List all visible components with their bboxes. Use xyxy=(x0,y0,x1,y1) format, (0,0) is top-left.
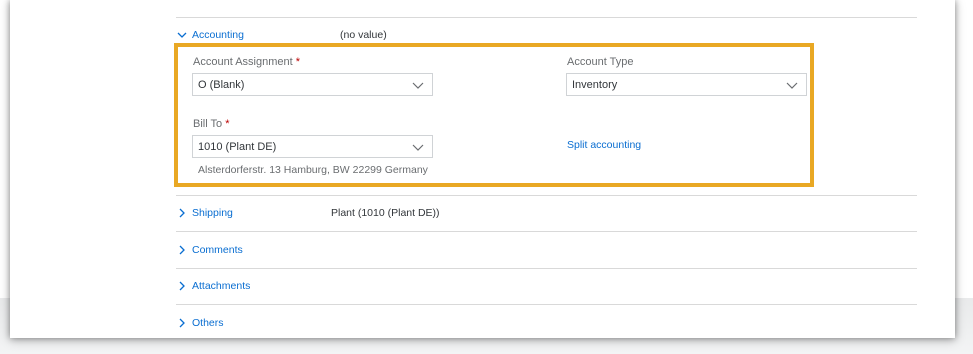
account-type-label: Account Type xyxy=(567,56,634,68)
account-assignment-select[interactable]: O (Blank) xyxy=(192,73,433,96)
bill-to-address: Alsterdorferstr. 13 Hamburg, BW 22299 Ge… xyxy=(198,164,428,176)
accounting-section-value: (no value) xyxy=(340,29,387,41)
shipping-section-toggle[interactable]: Shipping xyxy=(176,204,233,222)
chevron-down-icon xyxy=(177,32,187,38)
attachments-section-label: Attachments xyxy=(192,280,251,292)
attachments-section-toggle[interactable]: Attachments xyxy=(176,277,250,295)
required-mark: * xyxy=(295,56,301,68)
divider xyxy=(176,304,917,305)
shipping-section-label: Shipping xyxy=(192,207,233,219)
shipping-section-value: Plant (1010 (Plant DE)) xyxy=(331,207,440,219)
divider xyxy=(176,17,917,18)
chevron-right-icon xyxy=(179,281,185,291)
chevron-down-icon xyxy=(786,82,798,89)
chevron-down-icon xyxy=(412,82,424,89)
comments-section-label: Comments xyxy=(192,244,243,256)
divider xyxy=(176,231,917,232)
account-type-value: Inventory xyxy=(572,78,618,91)
chevron-down-icon xyxy=(412,144,424,151)
divider xyxy=(176,268,917,269)
bill-to-label: Bill To * xyxy=(193,118,230,130)
account-assignment-value: O (Blank) xyxy=(198,78,245,91)
required-mark: * xyxy=(225,118,230,130)
accounting-section-label: Accounting xyxy=(192,29,244,41)
account-assignment-label: Account Assignment * xyxy=(193,56,301,68)
chevron-right-icon xyxy=(179,318,185,328)
others-section-label: Others xyxy=(192,317,224,329)
others-section-toggle[interactable]: Others xyxy=(176,314,224,332)
account-type-select[interactable]: Inventory xyxy=(566,73,807,96)
bill-to-select[interactable]: 1010 (Plant DE) xyxy=(192,135,433,158)
chevron-right-icon xyxy=(179,208,185,218)
chevron-right-icon xyxy=(179,245,185,255)
accounting-section-toggle[interactable]: Accounting xyxy=(176,26,244,44)
divider xyxy=(176,195,917,196)
comments-section-toggle[interactable]: Comments xyxy=(176,241,243,259)
bill-to-value: 1010 (Plant DE) xyxy=(198,140,277,153)
split-accounting-link[interactable]: Split accounting xyxy=(567,139,641,151)
